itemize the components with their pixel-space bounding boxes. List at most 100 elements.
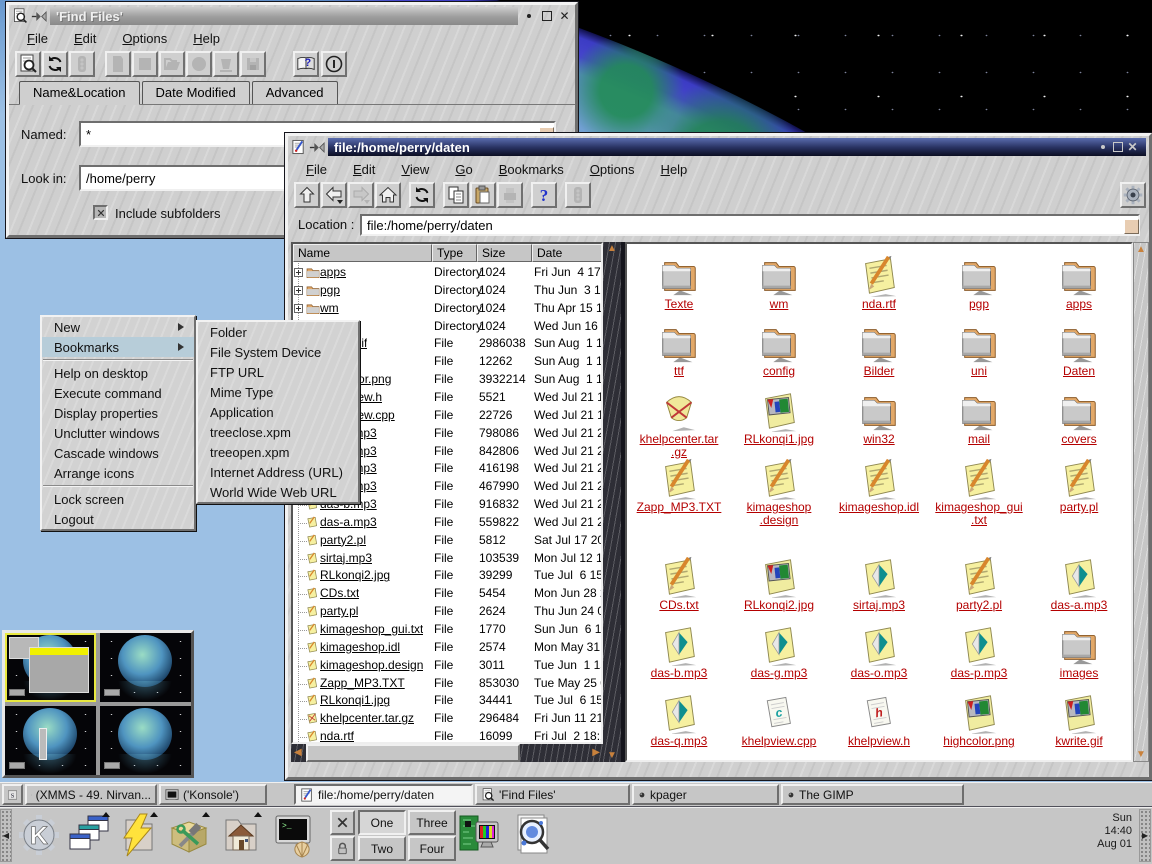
launcher-konsole-shell[interactable]: >_ <box>272 812 318 858</box>
close-button[interactable]: ✕ <box>1125 140 1140 155</box>
tree-expander-icon[interactable] <box>294 304 303 313</box>
menu-file[interactable]: File <box>306 162 327 177</box>
pager-desktop-4[interactable] <box>100 706 191 775</box>
taskbar-button-start[interactable]: S <box>2 784 23 805</box>
close-button[interactable]: ✕ <box>557 9 572 24</box>
icon-grid-item[interactable]: Bilder <box>829 321 929 378</box>
tree-row[interactable]: nda.rtfFile16099Fri Jul 2 18:1 <box>293 728 601 744</box>
pager-desktop-2[interactable] <box>100 633 191 702</box>
icon-grid-item[interactable]: kimageshop.idl <box>829 457 929 514</box>
toolbar-stoplight-button[interactable] <box>69 51 95 77</box>
tree-row-name[interactable]: kimageshop_gui.txt <box>320 622 423 636</box>
tree-row[interactable]: wmDirectory1024Thu Apr 15 17 <box>293 300 601 318</box>
scroll-up-arrow[interactable]: ▲ <box>603 243 621 254</box>
desktop-button-three[interactable]: Three <box>408 810 456 835</box>
column-header-date[interactable]: Date <box>532 244 603 262</box>
icon-grid-item[interactable]: config <box>729 321 829 378</box>
toolbar-copy-button[interactable] <box>443 182 469 208</box>
column-header-name[interactable]: Name <box>293 244 432 262</box>
icon-grid-item[interactable]: kimageshop_gui.txt <box>929 457 1029 527</box>
tree-horizontal-scrollbar[interactable]: ◀▶ <box>291 744 603 762</box>
icon-grid-item[interactable]: RLkonqi2.jpg <box>729 555 829 612</box>
menu-item-new[interactable]: New <box>42 317 194 337</box>
panel-lock-button[interactable] <box>330 836 355 861</box>
icon-grid-item[interactable]: party.pl <box>1029 457 1129 514</box>
icon-grid-item[interactable]: win32 <box>829 389 929 446</box>
scroll-down-arrow[interactable]: ▼ <box>603 750 621 761</box>
menu-item-cascade-windows[interactable]: Cascade windows <box>42 443 194 463</box>
launcher-maglens[interactable] <box>510 812 556 858</box>
taskbar-button-find-files[interactable]: 'Find Files' <box>475 784 630 805</box>
find-files-titlebar[interactable]: 'Find Files' ✕ <box>10 6 574 26</box>
tree-row[interactable]: CDs.txtFile5454Mon Jun 28 2 <box>293 585 601 603</box>
desktop-button-one[interactable]: One <box>358 810 406 835</box>
toolbar-blob-open-button[interactable] <box>159 51 185 77</box>
menu-edit[interactable]: Edit <box>353 162 375 177</box>
menu-file[interactable]: File <box>27 31 48 46</box>
icon-grid-item[interactable]: ttf <box>629 321 729 378</box>
icon-grid-item[interactable]: pgp <box>929 254 1029 311</box>
menu-bookmarks[interactable]: Bookmarks <box>499 162 564 177</box>
icon-grid-item[interactable]: das-b.mp3 <box>629 623 729 680</box>
menu-help[interactable]: Help <box>661 162 688 177</box>
maximize-button[interactable] <box>539 9 554 24</box>
icon-grid-item[interactable]: kwrite.gif <box>1029 691 1129 748</box>
icon-vertical-scrollbar[interactable]: ▲▼ <box>1133 242 1149 762</box>
tree-row-name[interactable]: sirtaj.mp3 <box>320 551 372 565</box>
panel-clock[interactable]: Sun 14:40 Aug 01 <box>1012 812 1132 851</box>
tree-expander-icon[interactable] <box>294 268 303 277</box>
submenu-item-folder[interactable]: Folder <box>198 322 358 342</box>
launcher-kmenu[interactable]: K <box>16 812 62 858</box>
tree-row[interactable]: kimageshop_gui.txtFile1770Sun Jun 6 14 <box>293 621 601 639</box>
icon-grid-item[interactable]: highcolor.png <box>929 691 1029 748</box>
icon-grid-item[interactable]: das-o.mp3 <box>829 623 929 680</box>
panel-logout-button[interactable] <box>330 810 355 835</box>
pager-desktop-3[interactable] <box>5 706 96 775</box>
tree-row-name[interactable]: khelpcenter.tar.gz <box>320 711 414 725</box>
submenu-item-world-wide-web-url[interactable]: World Wide Web URL <box>198 482 358 502</box>
submenu-item-internet-address-url-[interactable]: Internet Address (URL) <box>198 462 358 482</box>
tab-date-modified[interactable]: Date Modified <box>142 81 250 104</box>
tree-row-name[interactable]: CDs.txt <box>320 586 359 600</box>
tree-row[interactable]: party2.plFile5812Sat Jul 17 20: <box>293 532 601 550</box>
minimize-button[interactable] <box>1095 140 1110 155</box>
icon-grid-item[interactable]: Daten <box>1029 321 1129 378</box>
column-header-type[interactable]: Type <box>432 244 477 262</box>
menu-item-execute-command[interactable]: Execute command <box>42 383 194 403</box>
tree-row-name[interactable]: wm <box>320 301 339 315</box>
toolbar-arrow-forward-button[interactable] <box>348 182 374 208</box>
tree-row-name[interactable]: pgp <box>320 283 340 297</box>
scroll-up-arrow[interactable]: ▲ <box>1134 244 1148 255</box>
tree-row[interactable]: RLkonqi2.jpgFile39299Tue Jul 6 15: <box>293 567 601 585</box>
submenu-item-file-system-device[interactable]: File System Device <box>198 342 358 362</box>
tree-row[interactable]: khelpcenter.tar.gzFile296484Fri Jun 11 2… <box>293 710 601 728</box>
desktop-button-four[interactable]: Four <box>408 836 456 861</box>
tab-advanced[interactable]: Advanced <box>252 81 338 104</box>
icon-grid-item[interactable]: das-g.mp3 <box>729 623 829 680</box>
launcher-toolbox[interactable] <box>166 812 212 858</box>
icon-grid-item[interactable]: mail <box>929 389 1029 446</box>
pager-desktop-1[interactable] <box>5 633 96 702</box>
icon-grid-item[interactable]: das-p.mp3 <box>929 623 1029 680</box>
submenu-item-treeclose-xpm[interactable]: treeclose.xpm <box>198 422 358 442</box>
tree-row-name[interactable]: RLkonqi1.jpg <box>320 693 390 707</box>
taskbar-button-xmms-49-nirvan[interactable]: (XMMS - 49. Nirvan... <box>25 784 157 805</box>
menu-item-arrange-icons[interactable]: Arrange icons <box>42 463 194 483</box>
tree-vertical-scrollbar[interactable]: ▲▼ <box>603 242 621 762</box>
toolbar-blob-disk-button[interactable] <box>240 51 266 77</box>
toolbar-blob-cup-button[interactable] <box>213 51 239 77</box>
menu-item-unclutter-windows[interactable]: Unclutter windows <box>42 423 194 443</box>
tree-row[interactable]: Zapp_MP3.TXTFile853030Tue May 25 0 <box>293 675 601 693</box>
tree-row[interactable]: pgpDirectory1024Thu Jun 3 19 <box>293 282 601 300</box>
submenu-item-application[interactable]: Application <box>198 402 358 422</box>
panel-hide-right-button[interactable]: ▶ <box>1139 809 1151 862</box>
tree-row-name[interactable]: apps <box>320 265 346 279</box>
tree-row-name[interactable]: Zapp_MP3.TXT <box>320 676 405 690</box>
menu-help[interactable]: Help <box>193 31 220 46</box>
icon-grid-item[interactable]: khelpcenter.tar.gz <box>629 389 729 459</box>
submenu-item-ftp-url[interactable]: FTP URL <box>198 362 358 382</box>
menu-options[interactable]: Options <box>122 31 167 46</box>
icon-grid-item[interactable]: wm <box>729 254 829 311</box>
launcher-window-list[interactable] <box>66 812 112 858</box>
launcher-lightning-folder[interactable] <box>114 812 160 858</box>
